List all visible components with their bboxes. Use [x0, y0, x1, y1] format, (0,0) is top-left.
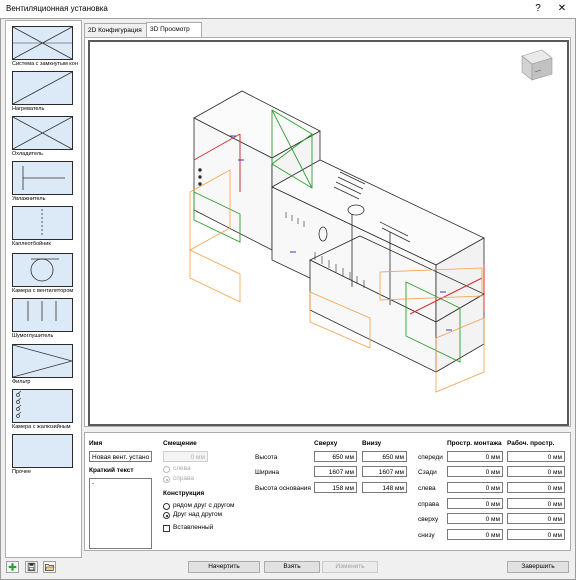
tab-3d-view[interactable]: 3D Просмотр	[146, 22, 202, 37]
left-mount-field[interactable]: 0 мм	[447, 482, 503, 493]
palette-label: Прочее	[12, 469, 31, 475]
short-text-field[interactable]: -	[89, 478, 152, 549]
ventilation-unit-model	[193, 90, 485, 373]
silencer-icon	[12, 298, 73, 332]
palette-label: Шумоглушитель	[12, 333, 54, 339]
change-button: Изменить	[322, 561, 378, 573]
take-button[interactable]: Взять	[264, 561, 320, 573]
offset-right-radio	[163, 476, 170, 483]
space-label: сверху	[418, 516, 439, 523]
finish-button[interactable]: Завершить	[507, 561, 569, 573]
bottom-mount-field[interactable]: 0 мм	[447, 529, 503, 540]
fan-chamber-icon	[12, 253, 73, 287]
front-work-field[interactable]: 0 мм	[507, 451, 565, 462]
window-title: Вентиляционная установка	[6, 4, 108, 13]
palette-label: Камера с вентилятором	[12, 288, 74, 294]
col-bottom-header: Внизу	[362, 440, 382, 447]
palette-label: Охладитель	[12, 151, 43, 157]
tab-2d-config[interactable]: 2D Конфигурация	[84, 23, 148, 37]
back-work-field[interactable]: 0 мм	[507, 466, 565, 477]
col-mount-header: Простр. монтажа	[447, 440, 502, 447]
space-label: справа	[418, 501, 439, 508]
palette-label: Камера с жалюзийным	[12, 424, 71, 430]
humidifier-icon	[12, 161, 73, 195]
palette-label: Нагреватель	[12, 106, 45, 112]
close-button[interactable]: ✕	[554, 2, 570, 16]
construction-side-radio[interactable]	[163, 503, 170, 510]
palette-label: Фильтр	[12, 379, 31, 385]
offset-label: Смещение	[163, 440, 197, 447]
construction-label: Конструкция	[163, 490, 205, 497]
base-height-bottom-field[interactable]: 148 мм	[362, 482, 407, 493]
component-palette: Система с замкнутым конт Нагреватель Охл…	[5, 20, 82, 558]
inserted-label: Вставленный	[173, 524, 214, 531]
offset-left-radio	[163, 466, 170, 473]
palette-label: Каплеотбойник	[12, 241, 51, 247]
left-work-field[interactable]: 0 мм	[507, 482, 565, 493]
top-mount-field[interactable]: 0 мм	[447, 513, 503, 524]
view-cube-icon[interactable]	[521, 49, 553, 81]
draw-button[interactable]: Начертить	[188, 561, 260, 573]
short-text-label: Краткий текст	[89, 467, 134, 474]
space-label: спереди	[418, 454, 443, 461]
offset-field: 0 мм	[163, 451, 208, 462]
droplet-eliminator-icon	[12, 206, 73, 240]
offset-right-label: справа	[173, 475, 194, 482]
cooler-icon	[12, 116, 73, 150]
inserted-checkbox[interactable]	[163, 525, 170, 532]
front-mount-field[interactable]: 0 мм	[447, 451, 503, 462]
base-height-top-field[interactable]: 158 мм	[314, 482, 357, 493]
construction-side-label: рядом друг с другом	[173, 502, 235, 509]
filter-icon	[12, 344, 73, 378]
construction-stack-radio[interactable]	[163, 512, 170, 519]
right-mount-field[interactable]: 0 мм	[447, 498, 503, 509]
offset-left-label: слева	[173, 465, 191, 472]
right-work-field[interactable]: 0 мм	[507, 498, 565, 509]
name-field[interactable]: Новая вент. устано	[89, 451, 152, 462]
height-bottom-field[interactable]: 650 мм	[362, 451, 407, 462]
back-mount-field[interactable]: 0 мм	[447, 466, 503, 477]
louver-chamber-icon	[12, 389, 73, 423]
space-label: слева	[418, 485, 436, 492]
add-icon[interactable]	[6, 561, 19, 573]
name-label: Имя	[89, 440, 103, 447]
palette-label: Увлажнитель	[12, 196, 46, 202]
open-folder-icon[interactable]	[43, 561, 56, 573]
3d-viewport[interactable]	[88, 40, 569, 426]
space-label: снизу	[418, 532, 435, 539]
save-icon[interactable]	[25, 561, 38, 573]
dim-label: Ширина	[255, 469, 280, 476]
top-work-field[interactable]: 0 мм	[507, 513, 565, 524]
palette-label: Система с замкнутым конт	[12, 61, 78, 67]
height-top-field[interactable]: 650 мм	[314, 451, 357, 462]
help-button[interactable]: ?	[530, 2, 546, 16]
col-top-header: Сверху	[314, 440, 338, 447]
closed-loop-icon	[12, 26, 73, 60]
heater-icon	[12, 71, 73, 105]
dim-label: Высота	[255, 454, 278, 461]
dim-label: Высота основания	[255, 485, 311, 492]
space-label: Сзади	[418, 469, 437, 476]
width-top-field[interactable]: 1607 мм	[314, 466, 357, 477]
col-work-header: Рабоч. простр.	[507, 440, 555, 447]
other-icon	[12, 434, 73, 468]
bottom-work-field[interactable]: 0 мм	[507, 529, 565, 540]
construction-stack-label: Друг над другом	[173, 511, 223, 518]
width-bottom-field[interactable]: 1607 мм	[362, 466, 407, 477]
